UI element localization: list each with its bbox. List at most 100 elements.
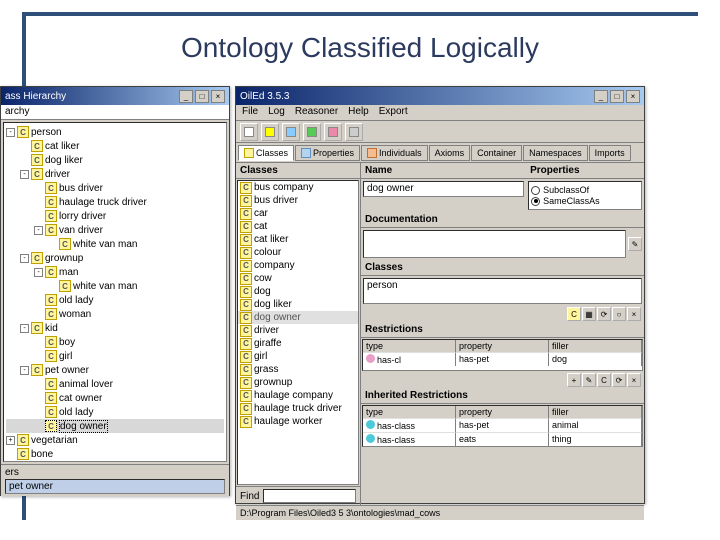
- tree-item[interactable]: -Cman: [6, 265, 224, 279]
- tree-item[interactable]: Cdog owner: [6, 419, 224, 433]
- list-item[interactable]: Cdog: [238, 285, 358, 298]
- tree-item[interactable]: Ccat owner: [6, 391, 224, 405]
- file-icon[interactable]: [240, 123, 258, 141]
- list-item[interactable]: Cdriver: [238, 324, 358, 337]
- inherited-table[interactable]: type property filler has-classhas-petani…: [362, 405, 643, 447]
- titlebar[interactable]: OilEd 3.5.3 _ □ ×: [236, 87, 644, 105]
- list-item[interactable]: Ccat liker: [238, 233, 358, 246]
- footer-value[interactable]: pet owner: [5, 479, 225, 494]
- doc-edit-button[interactable]: ✎: [628, 237, 642, 251]
- class-add-c-button[interactable]: C: [567, 307, 581, 321]
- menu-reasoner[interactable]: Reasoner: [295, 106, 338, 119]
- list-item[interactable]: Cgrass: [238, 363, 358, 376]
- tree-item[interactable]: Cbus driver: [6, 181, 224, 195]
- tabbar[interactable]: ClassesPropertiesIndividualsAxiomsContai…: [236, 143, 644, 163]
- tab-imports[interactable]: Imports: [589, 145, 631, 161]
- tree-item[interactable]: -Cvan driver: [6, 223, 224, 237]
- documentation-input[interactable]: [363, 230, 626, 258]
- list-item[interactable]: Cgrownup: [238, 376, 358, 389]
- tree-expander-icon[interactable]: -: [34, 226, 43, 235]
- tab-individuals[interactable]: Individuals: [361, 145, 428, 161]
- list-item[interactable]: Ccow: [238, 272, 358, 285]
- list-item[interactable]: Cbus driver: [238, 194, 358, 207]
- tree-item[interactable]: +Cvegetarian: [6, 433, 224, 447]
- list-item[interactable]: Ccat: [238, 220, 358, 233]
- tab-classes[interactable]: Classes: [238, 145, 294, 161]
- list-item[interactable]: Cgiraffe: [238, 337, 358, 350]
- tab-container[interactable]: Container: [471, 145, 522, 161]
- close-icon[interactable]: ×: [626, 90, 640, 103]
- tree-item[interactable]: -Cdriver: [6, 167, 224, 181]
- check-green-icon[interactable]: [303, 123, 321, 141]
- tab-axioms[interactable]: Axioms: [429, 145, 471, 161]
- restr-edit-button[interactable]: ✎: [582, 373, 596, 387]
- restr-c-button[interactable]: C: [597, 373, 611, 387]
- tree-item[interactable]: Cwhite van man: [6, 237, 224, 251]
- maximize-icon[interactable]: □: [610, 90, 624, 103]
- class-btn-1[interactable]: ▦: [582, 307, 596, 321]
- tree-item[interactable]: -Cpet owner: [6, 363, 224, 377]
- table-row[interactable]: has-classhas-petanimal: [363, 418, 642, 432]
- sameclass-radio[interactable]: [531, 197, 540, 206]
- refresh-icon[interactable]: [282, 123, 300, 141]
- tree-item[interactable]: Cwhite van man: [6, 279, 224, 293]
- tree-item[interactable]: Cwoman: [6, 307, 224, 321]
- minimize-icon[interactable]: _: [179, 90, 193, 103]
- bolt-icon[interactable]: [261, 123, 279, 141]
- tree-item[interactable]: Cbrain: [6, 461, 224, 462]
- tree-item[interactable]: Cold lady: [6, 293, 224, 307]
- tree-item[interactable]: Cold lady: [6, 405, 224, 419]
- list-item[interactable]: Chaulage truck driver: [238, 402, 358, 415]
- class-btn-2[interactable]: ⟳: [597, 307, 611, 321]
- find-input[interactable]: [263, 489, 356, 503]
- tree-item[interactable]: -Ckid: [6, 321, 224, 335]
- tree-expander-icon[interactable]: -: [20, 170, 29, 179]
- tree-expander-icon[interactable]: -: [20, 366, 29, 375]
- name-input[interactable]: dog owner: [363, 181, 524, 197]
- class-btn-3[interactable]: ○: [612, 307, 626, 321]
- list-item[interactable]: Chaulage company: [238, 389, 358, 402]
- titlebar[interactable]: ass Hierarchy _ □ ×: [1, 87, 229, 105]
- class-delete-button[interactable]: ×: [627, 307, 641, 321]
- class-tree[interactable]: -Cperson Ccat liker Cdog liker-Cdriver C…: [3, 122, 227, 462]
- tree-item[interactable]: -Cgrownup: [6, 251, 224, 265]
- tree-item[interactable]: Canimal lover: [6, 377, 224, 391]
- menu-file[interactable]: File: [242, 106, 258, 119]
- tree-item[interactable]: Cdog liker: [6, 153, 224, 167]
- tree-expander-icon[interactable]: -: [20, 254, 29, 263]
- superclass-field[interactable]: person: [363, 278, 642, 304]
- tree-expander-icon[interactable]: -: [34, 268, 43, 277]
- list-item[interactable]: Cgirl: [238, 350, 358, 363]
- menu-log[interactable]: Log: [268, 106, 285, 119]
- restr-add-button[interactable]: +: [567, 373, 581, 387]
- table-row[interactable]: has-classeatsthing: [363, 432, 642, 446]
- menu-export[interactable]: Export: [379, 106, 408, 119]
- restrictions-table[interactable]: type property filler has-cl has-pet dog: [362, 339, 643, 371]
- tree-expander-icon[interactable]: +: [6, 436, 15, 445]
- menu-help[interactable]: Help: [348, 106, 369, 119]
- gear-pink-icon[interactable]: [324, 123, 342, 141]
- list-item[interactable]: Ccar: [238, 207, 358, 220]
- list-item[interactable]: Cbus company: [238, 181, 358, 194]
- tab-namespaces[interactable]: Namespaces: [523, 145, 588, 161]
- tree-item[interactable]: Cbone: [6, 447, 224, 461]
- tree-expander-icon[interactable]: -: [6, 128, 15, 137]
- tab-properties[interactable]: Properties: [295, 145, 360, 161]
- menubar[interactable]: File Log Reasoner Help Export: [236, 105, 644, 121]
- tree-item[interactable]: -Cperson: [6, 125, 224, 139]
- list-item[interactable]: Cdog owner: [238, 311, 358, 324]
- tree-item[interactable]: Clorry driver: [6, 209, 224, 223]
- subclass-radio[interactable]: [531, 186, 540, 195]
- list-item[interactable]: Ccolour: [238, 246, 358, 259]
- list-item[interactable]: Chaulage worker: [238, 415, 358, 428]
- tree-item[interactable]: Cboy: [6, 335, 224, 349]
- restr-refresh-button[interactable]: ⟳: [612, 373, 626, 387]
- tree-expander-icon[interactable]: -: [20, 324, 29, 333]
- class-list[interactable]: Cbus companyCbus driverCcarCcatCcat like…: [237, 180, 359, 485]
- maximize-icon[interactable]: □: [195, 90, 209, 103]
- close-icon[interactable]: ×: [211, 90, 225, 103]
- tree-item[interactable]: Cgirl: [6, 349, 224, 363]
- info-icon[interactable]: [345, 123, 363, 141]
- minimize-icon[interactable]: _: [594, 90, 608, 103]
- list-item[interactable]: Cdog liker: [238, 298, 358, 311]
